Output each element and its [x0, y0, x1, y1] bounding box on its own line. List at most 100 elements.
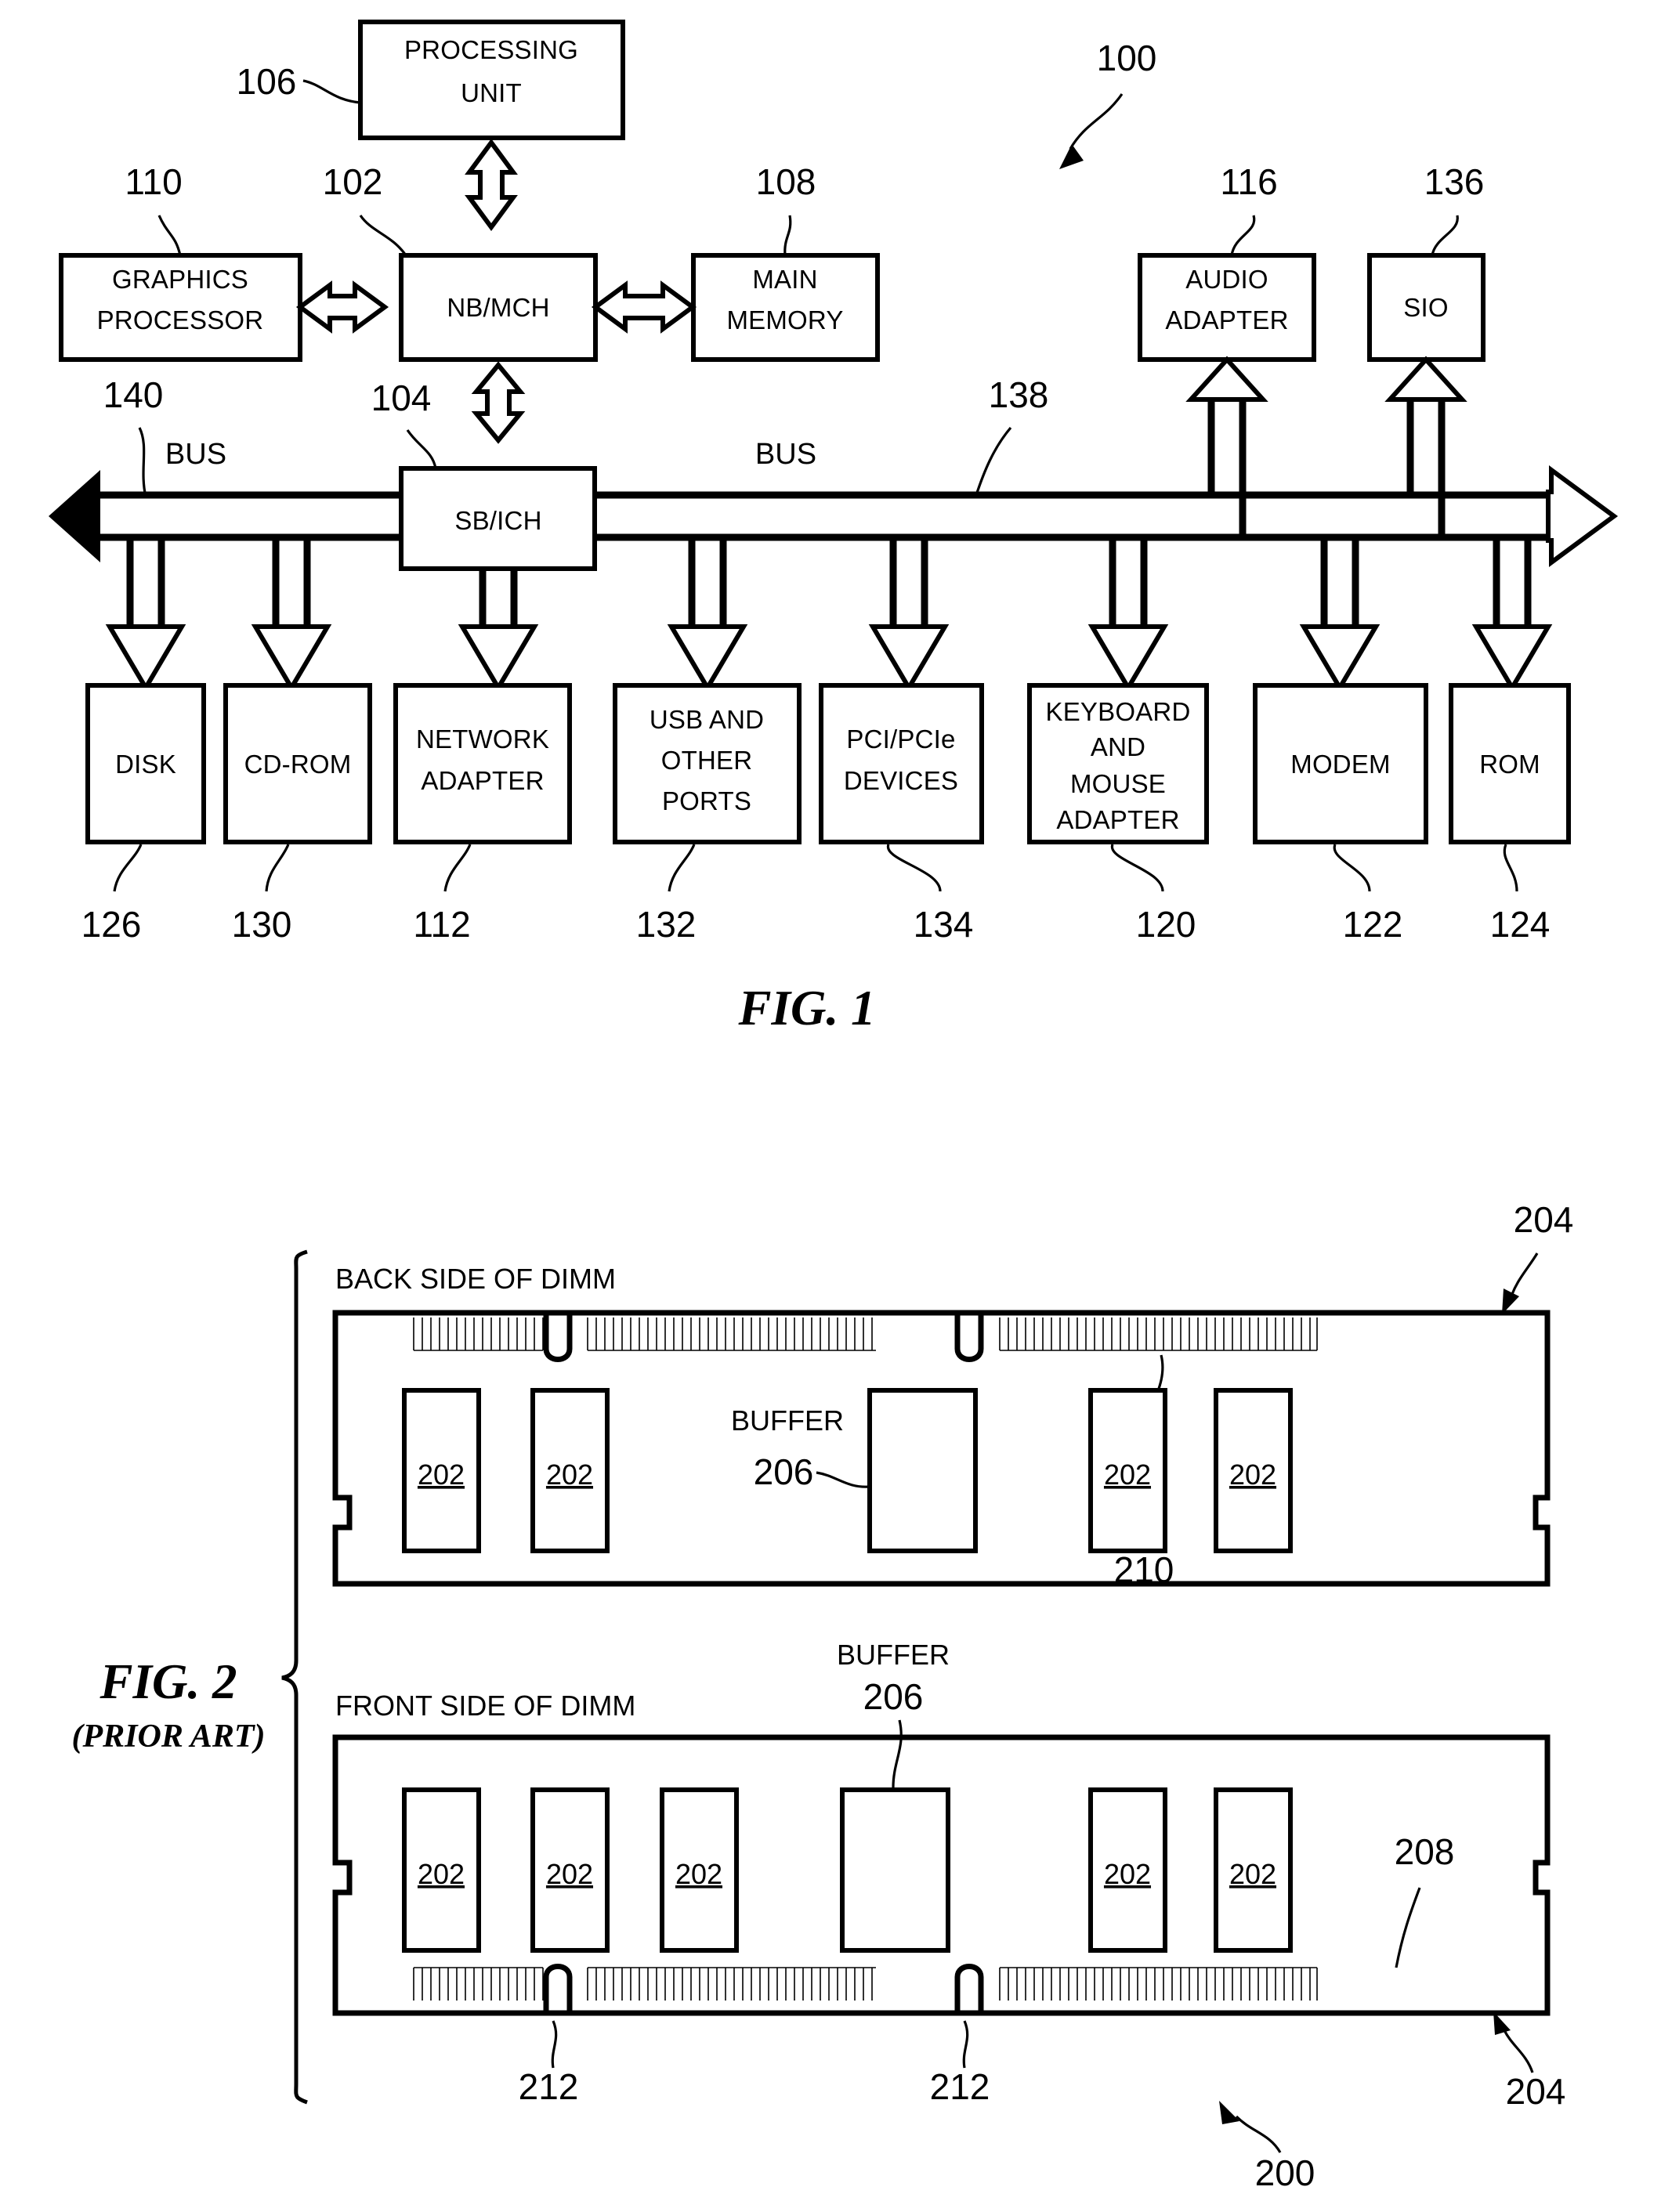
lead-106 — [302, 79, 361, 104]
figure-1-caption: FIG. 1 — [737, 981, 875, 1036]
ref-120: 120 — [1136, 904, 1196, 945]
back-dimm-pins-segment-2 — [587, 1317, 876, 1351]
lead-124 — [1503, 844, 1518, 892]
box-disk-label: DISK — [115, 750, 176, 779]
front-chip-1-label: 202 — [418, 1858, 465, 1890]
ref-208: 208 — [1395, 1831, 1455, 1872]
ref-204-front: 204 — [1506, 2071, 1566, 2112]
drop-arrow-pci — [868, 537, 950, 692]
lead-110 — [157, 215, 182, 256]
drop-arrow-usb — [667, 537, 748, 692]
ref-138: 138 — [989, 374, 1049, 415]
lead-116 — [1230, 215, 1256, 256]
ref-212-left: 212 — [519, 2066, 579, 2107]
arrow-nbmch-to-sbich — [471, 361, 526, 444]
back-chip-3-label: 202 — [1104, 1458, 1151, 1491]
ref-102: 102 — [323, 161, 383, 202]
lead-120 — [1110, 844, 1164, 892]
box-network-adapter-line-0: NETWORK — [416, 725, 549, 754]
ref-116: 116 — [1220, 161, 1277, 202]
front-chip-3-label: 202 — [675, 1858, 722, 1890]
ref-206-front: 206 — [863, 1676, 924, 1717]
back-dimm-pins-segment-3 — [999, 1317, 1318, 1351]
lead-204-front — [1503, 2029, 1534, 2073]
back-dimm-pins-segment-1 — [413, 1317, 544, 1351]
box-modem-label: MODEM — [1290, 750, 1391, 779]
figure-2-bracket — [281, 1249, 308, 2105]
lead-136 — [1431, 215, 1459, 256]
ref-112: 112 — [413, 904, 470, 945]
box-processing-unit-line-1: UNIT — [461, 78, 522, 107]
lead-212-left — [551, 2020, 558, 2069]
ref-204-back: 204 — [1514, 1199, 1574, 1240]
bus-left-label: BUS — [165, 438, 226, 471]
ref-106: 106 — [237, 61, 297, 102]
lead-126 — [113, 844, 143, 892]
box-network-adapter — [393, 683, 572, 844]
bus-right-arrowhead — [1546, 465, 1619, 567]
ref-206-back: 206 — [754, 1451, 814, 1492]
bus-left — [49, 470, 401, 562]
lead-112 — [443, 844, 472, 892]
ref-126: 126 — [81, 904, 142, 945]
box-usb-line-1: OTHER — [661, 746, 753, 775]
ref-104: 104 — [371, 378, 432, 418]
box-audio-adapter-line-1: ADAPTER — [1165, 305, 1288, 334]
lead-138 — [975, 426, 1012, 496]
back-chip-4-label: 202 — [1229, 1458, 1276, 1491]
ref-212-right: 212 — [930, 2066, 990, 2107]
front-dimm-pins-segment-1 — [413, 1967, 544, 2001]
lead-132 — [668, 844, 696, 892]
drop-arrow-rom — [1471, 537, 1553, 692]
lead-122 — [1333, 844, 1371, 892]
figure-2-caption: FIG. 2 — [99, 1654, 237, 1709]
bus-right — [595, 465, 1619, 567]
box-cd-rom-label: CD-ROM — [244, 750, 352, 779]
front-buffer-label: BUFFER — [837, 1639, 950, 1671]
drop-arrow-cdrom — [251, 537, 332, 692]
arrow-pu-to-nbmch — [465, 138, 518, 232]
arrow-nbmch-to-mainmemory — [591, 280, 697, 334]
ref-210: 210 — [1114, 1549, 1174, 1590]
lead-204-back — [1509, 1252, 1539, 1299]
back-buffer-label: BUFFER — [731, 1404, 844, 1437]
box-graphics-processor-line-0: GRAPHICS — [112, 265, 248, 294]
drop-arrow-modem — [1299, 537, 1381, 692]
lead-140 — [138, 427, 147, 497]
lead-104 — [406, 429, 437, 469]
ref-122: 122 — [1343, 904, 1403, 945]
bus-left-arrowhead — [49, 470, 100, 562]
up-arrow-audio-adapter — [1185, 356, 1268, 537]
front-chip-2-label: 202 — [546, 1858, 593, 1890]
box-rom-label: ROM — [1479, 750, 1540, 779]
ref-124: 124 — [1490, 904, 1551, 945]
box-audio-adapter-line-0: AUDIO — [1185, 265, 1268, 294]
back-buffer-chip — [867, 1388, 978, 1553]
back-chip-2-label: 202 — [546, 1458, 593, 1491]
front-buffer-chip — [840, 1787, 950, 1953]
ref-130: 130 — [232, 904, 292, 945]
drop-arrow-network-adapter — [458, 569, 539, 692]
lead-134 — [887, 844, 942, 892]
figures-canvas: PROCESSING UNIT 106 100 GRAPHICS PROCESS… — [49, 20, 1619, 2193]
box-nb-mch-label: NB/MCH — [447, 293, 549, 322]
ref-110: 110 — [125, 161, 182, 202]
arrow-gp-to-nbmch — [295, 280, 389, 334]
lead-100 — [1069, 93, 1124, 150]
box-network-adapter-line-1: ADAPTER — [421, 766, 544, 795]
front-chip-5-label: 202 — [1229, 1858, 1276, 1890]
drop-arrow-keyboard — [1087, 537, 1169, 692]
front-dimm-pins-segment-2 — [587, 1967, 876, 2001]
lead-102 — [359, 215, 407, 256]
lead-108 — [783, 215, 792, 256]
patent-figure-sheet: PROCESSING UNIT 106 100 GRAPHICS PROCESS… — [0, 0, 1661, 2212]
lead-130 — [265, 844, 290, 892]
front-chip-4-label: 202 — [1104, 1858, 1151, 1890]
up-arrow-sio — [1384, 356, 1467, 537]
box-usb-line-2: PORTS — [662, 786, 751, 815]
ref-140: 140 — [103, 374, 164, 415]
back-chip-1-label: 202 — [418, 1458, 465, 1491]
figure-2-caption-sub: (PRIOR ART) — [72, 1719, 266, 1755]
box-sb-ich-label: SB/ICH — [454, 506, 541, 535]
figure-1-group: PROCESSING UNIT 106 100 GRAPHICS PROCESS… — [49, 20, 1619, 1036]
